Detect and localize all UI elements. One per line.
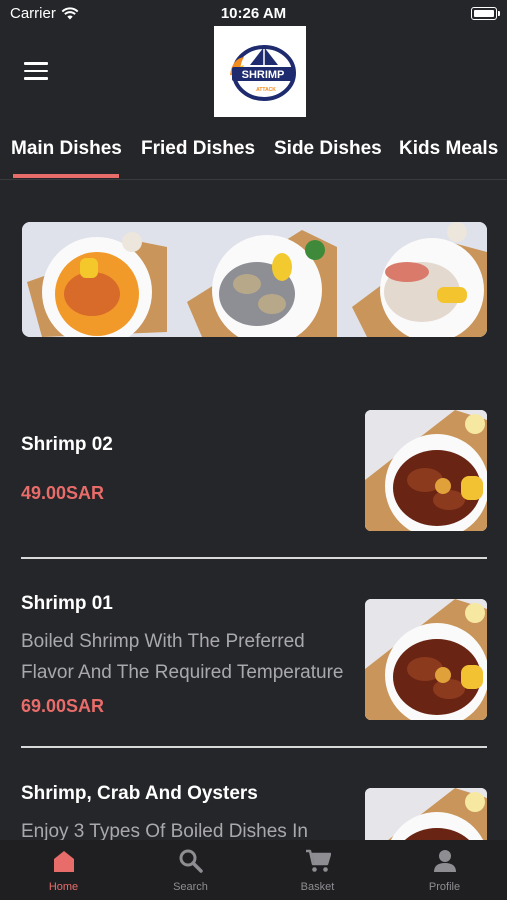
item-description-line: Flavor And The Required Temperature: [21, 662, 344, 683]
search-icon: [179, 849, 203, 873]
hamburger-line: [24, 69, 48, 72]
banner-image: [22, 222, 487, 337]
dish-image: [365, 410, 487, 531]
logo-graphic: SHRIMP ATTACK: [230, 44, 296, 101]
bottom-tab-bar: Home Search Basket Profile: [0, 840, 507, 900]
hamburger-icon: [24, 62, 48, 65]
status-bar: Carrier 10:26 AM: [0, 0, 507, 28]
separator: [21, 746, 487, 748]
promo-banner[interactable]: [22, 222, 487, 337]
tab-search-label: Search: [173, 881, 208, 893]
item-image[interactable]: [365, 410, 487, 531]
dish-image: [365, 599, 487, 720]
battery-icon: [471, 7, 500, 20]
hamburger-line: [24, 77, 48, 80]
item-description-line: Boiled Shrimp With The Preferred: [21, 631, 305, 652]
item-image[interactable]: [365, 599, 487, 720]
tab-side-dishes[interactable]: Side Dishes: [274, 138, 382, 160]
tab-fried-dishes[interactable]: Fried Dishes: [141, 138, 255, 160]
cart-icon: [305, 849, 331, 872]
tab-kids-meals[interactable]: Kids Meals: [399, 138, 498, 160]
brand-logo: SHRIMP ATTACK: [214, 26, 306, 117]
clock: 10:26 AM: [220, 5, 287, 22]
home-icon: [53, 851, 74, 872]
category-tabs: Main Dishes Fried Dishes Side Dishes Kid…: [0, 128, 507, 180]
active-tab-indicator: [13, 174, 119, 178]
tab-home-label: Home: [48, 881, 79, 893]
logo-text: SHRIMP: [242, 69, 285, 81]
tab-home[interactable]: Home: [0, 840, 127, 900]
tab-main-dishes[interactable]: Main Dishes: [11, 138, 122, 160]
profile-icon: [433, 850, 456, 872]
separator: [21, 557, 487, 559]
tab-basket-label: Basket: [300, 881, 335, 893]
menu-button[interactable]: [24, 62, 48, 80]
tab-search[interactable]: Search: [127, 840, 254, 900]
logo-subtext: ATTACK: [256, 87, 276, 93]
tab-profile[interactable]: Profile: [381, 840, 507, 900]
tab-profile-label: Profile: [428, 881, 461, 893]
item-description: Boiled Shrimp With The Preferred Flavor …: [21, 626, 346, 688]
tab-basket[interactable]: Basket: [254, 840, 381, 900]
